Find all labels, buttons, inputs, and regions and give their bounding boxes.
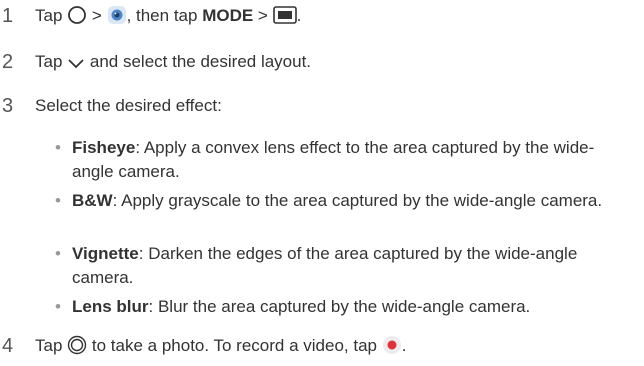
camera-app-icon	[107, 5, 127, 32]
step-number: 1	[2, 5, 14, 27]
effect-name: B&W	[72, 191, 113, 210]
effect-name: Lens blur	[72, 297, 149, 316]
layout-mode-icon	[272, 5, 297, 32]
effect-description: : Apply a convex lens effect to the area…	[72, 138, 595, 181]
step-text: Tap and select the desired layout.	[35, 50, 638, 78]
bullet: •	[55, 191, 61, 210]
step-text: Select the desired effect:	[35, 96, 222, 115]
step-number: 4	[2, 335, 14, 357]
bullet: •	[55, 244, 61, 263]
step-number: 2	[2, 51, 14, 73]
chevron-down-icon	[67, 54, 85, 78]
step-text: Tap > , then tap MODE > .	[35, 4, 638, 32]
bullet: •	[55, 297, 61, 316]
step-text: Tap to take a photo. To record a video, …	[35, 334, 638, 362]
effect-description: : Darken the edges of the area captured …	[72, 244, 578, 287]
effect-name: Vignette	[72, 244, 139, 263]
effect-description: : Apply grayscale to the area captured b…	[112, 191, 603, 210]
step-number: 3	[2, 95, 14, 117]
bullet: •	[55, 138, 61, 157]
effect-name: Fisheye	[72, 138, 136, 157]
effect-description: : Blur the area captured by the wide-ang…	[148, 297, 531, 316]
mode-label: MODE	[202, 6, 254, 25]
shutter-icon	[67, 335, 87, 362]
record-icon	[382, 335, 402, 362]
home-circle-icon	[67, 5, 87, 32]
